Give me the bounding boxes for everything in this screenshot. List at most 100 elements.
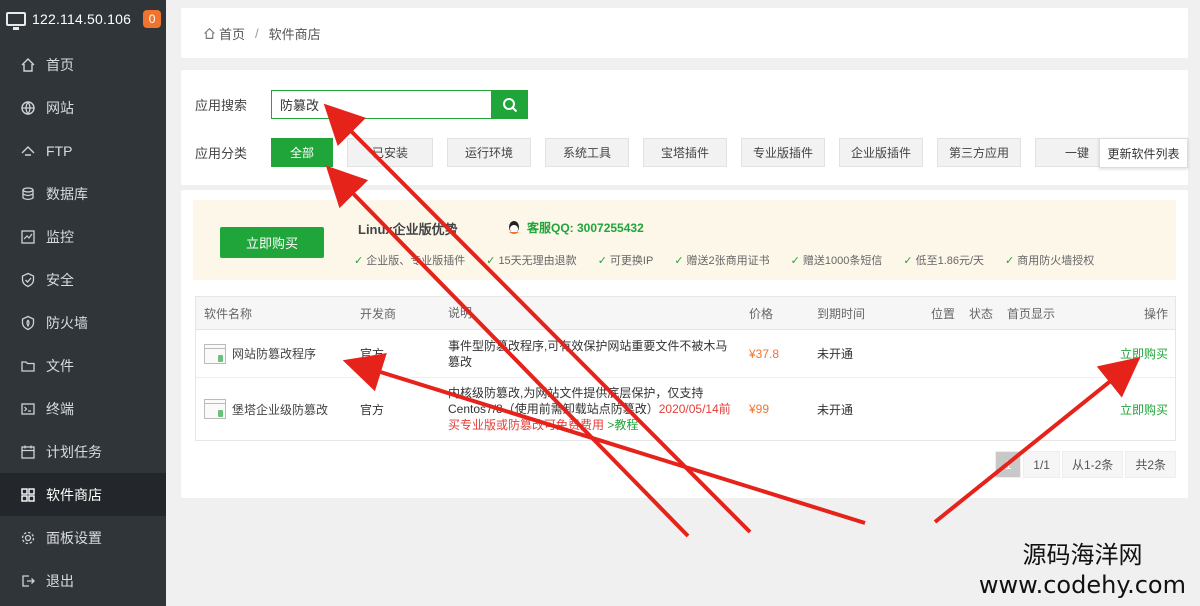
app-icon: [204, 343, 226, 364]
sidebar-item-ftp[interactable]: FTP: [0, 129, 166, 172]
promo-feature: ✓ 赠送1000条短信: [791, 252, 883, 268]
sidebar-item-monitor[interactable]: 监控: [0, 215, 166, 258]
sidebar-item-terminal[interactable]: 终端: [0, 387, 166, 430]
category-button[interactable]: 系统工具: [545, 138, 629, 167]
software-dev: 官方: [360, 347, 385, 361]
tutorial-link[interactable]: >教程: [607, 418, 638, 432]
promo-feature-text: 15天无理由退款: [498, 255, 577, 267]
filter-panel: 应用搜索 应用分类 全部已安装运行环境系统工具宝塔插件专业版插件企业版插件第三方…: [181, 70, 1188, 185]
category-button[interactable]: 已安装: [347, 138, 433, 167]
pagination: 1 1/1 从1-2条 共2条: [993, 451, 1176, 478]
software-price: ¥37.8: [749, 346, 780, 361]
monitor-icon: [20, 229, 36, 245]
check-icon: ✓: [1005, 254, 1015, 267]
category-button[interactable]: 全部: [271, 138, 333, 167]
software-table: 软件名称 开发商 说明 价格 到期时间 位置 状态 首页显示 操作 网站防篡改程…: [195, 296, 1176, 441]
sidebar-item-label: 退出: [46, 572, 74, 589]
database-icon: [20, 186, 36, 202]
enterprise-promo: 立即购买 Linux企业版优势 客服QQ: 3007255432 ✓ 企业版、专业…: [193, 200, 1176, 280]
promo-feature-text: 商用防火墙授权: [1017, 255, 1095, 267]
promo-features: ✓ 企业版、专业版插件 ✓ 15天无理由退款 ✓ 可更换IP ✓ 赠送2张商用证书 ✓ 赠送100…: [354, 252, 1115, 268]
server-ip: 122.114.50.106: [32, 11, 132, 27]
search-label: 应用搜索: [195, 98, 248, 113]
promo-feature: ✓ 15天无理由退款: [486, 252, 576, 268]
promo-feature-text: 可更换IP: [609, 255, 654, 267]
sidebar: 122.114.50.106 0 首页网站 FTP 数据库监控安全防火墙文件终端计划…: [0, 0, 166, 606]
category-label: 应用分类: [195, 146, 248, 161]
software-name[interactable]: 堡塔企业级防篡改: [204, 399, 328, 419]
check-icon: ✓: [903, 254, 913, 267]
folder-icon: [20, 358, 36, 374]
sidebar-item-logout[interactable]: 退出: [0, 559, 166, 602]
promo-feature: ✓ 商用防火墙授权: [1005, 252, 1094, 268]
globe-icon: [20, 100, 36, 116]
software-expire: 未开通: [817, 402, 854, 417]
software-dev: 官方: [360, 402, 385, 417]
software-desc: 事件型防篡改程序,可有效保护网站重要文件不被木马篡改: [448, 338, 728, 369]
watermark-title: 源码海洋网: [1022, 541, 1143, 569]
sidebar-item-folder[interactable]: 文件: [0, 344, 166, 387]
sidebar-item-shield-check[interactable]: 安全: [0, 258, 166, 301]
breadcrumb-separator: /: [255, 25, 259, 41]
software-name-text: 堡塔企业级防篡改: [232, 402, 329, 417]
buy-link[interactable]: 立即购买: [1120, 345, 1168, 362]
col-expire: 到期时间: [817, 306, 866, 321]
check-icon: ✓: [597, 254, 607, 267]
sidebar-item-label: 软件商店: [46, 486, 102, 503]
sidebar-item-label: 面板设置: [46, 529, 102, 546]
software-name[interactable]: 网站防篡改程序: [204, 343, 316, 364]
promo-qq-text: 客服QQ: 3007255432: [527, 221, 644, 235]
category-button[interactable]: 宝塔插件: [643, 138, 727, 167]
app-icon: [204, 399, 226, 419]
sidebar-nav: 首页网站 FTP 数据库监控安全防火墙文件终端计划任务软件商店面板设置退出: [0, 43, 166, 602]
page-count: 1/1: [1023, 451, 1060, 478]
gear-icon: [20, 530, 36, 546]
category-button[interactable]: 第三方应用: [937, 138, 1021, 167]
sidebar-item-firewall[interactable]: 防火墙: [0, 301, 166, 344]
check-icon: ✓: [486, 254, 496, 267]
category-button[interactable]: 专业版插件: [741, 138, 825, 167]
page-range: 从1-2条: [1061, 451, 1124, 478]
sidebar-item-calendar[interactable]: 计划任务: [0, 430, 166, 473]
sidebar-item-home[interactable]: 首页: [0, 43, 166, 86]
breadcrumb-home[interactable]: 首页: [219, 24, 245, 43]
monitor-icon: [6, 12, 26, 30]
search-input[interactable]: [271, 90, 492, 119]
software-expire: 未开通: [817, 347, 854, 361]
sidebar-item-label: 首页: [46, 56, 74, 73]
calendar-icon: [20, 444, 36, 460]
col-desc: 说明: [448, 306, 473, 320]
category-button[interactable]: 企业版插件: [839, 138, 923, 167]
sidebar-item-label: 安全: [46, 271, 74, 288]
search-box: [271, 90, 528, 119]
sidebar-item-label: 网站: [46, 99, 74, 116]
sidebar-item-globe[interactable]: 网站: [0, 86, 166, 129]
search-button[interactable]: [492, 90, 528, 119]
promo-feature-text: 低至1.86元/天: [915, 255, 985, 267]
sidebar-item-label: 终端: [46, 400, 74, 417]
category-button[interactable]: 运行环境: [447, 138, 531, 167]
sidebar-item-grid[interactable]: 软件商店: [0, 473, 166, 516]
breadcrumb-current: 软件商店: [268, 26, 321, 42]
sidebar-item-gear[interactable]: 面板设置: [0, 516, 166, 559]
sidebar-item-label: 监控: [46, 228, 74, 245]
col-price: 价格: [749, 306, 774, 321]
search-icon: [503, 97, 518, 112]
sidebar-item-database[interactable]: 数据库: [0, 172, 166, 215]
buy-now-button[interactable]: 立即购买: [220, 227, 324, 258]
promo-title: Linux企业版优势: [358, 222, 458, 237]
sidebar-item-label: 防火墙: [46, 314, 88, 331]
firewall-icon: [20, 315, 36, 331]
qq-icon: [509, 220, 519, 234]
update-list-button[interactable]: 更新软件列表: [1099, 138, 1188, 168]
promo-qq[interactable]: 客服QQ: 3007255432: [505, 219, 644, 236]
sidebar-item-label: 计划任务: [46, 443, 102, 460]
server-header: 122.114.50.106 0: [0, 0, 166, 38]
buy-link[interactable]: 立即购买: [1120, 401, 1168, 418]
page-total: 共2条: [1125, 451, 1176, 478]
promo-feature: ✓ 低至1.86元/天: [903, 252, 984, 268]
page-current[interactable]: 1: [995, 451, 1022, 478]
promo-feature: ✓ 企业版、专业版插件: [354, 252, 465, 268]
software-price: ¥99: [749, 402, 770, 416]
notification-badge[interactable]: 0: [143, 10, 162, 28]
